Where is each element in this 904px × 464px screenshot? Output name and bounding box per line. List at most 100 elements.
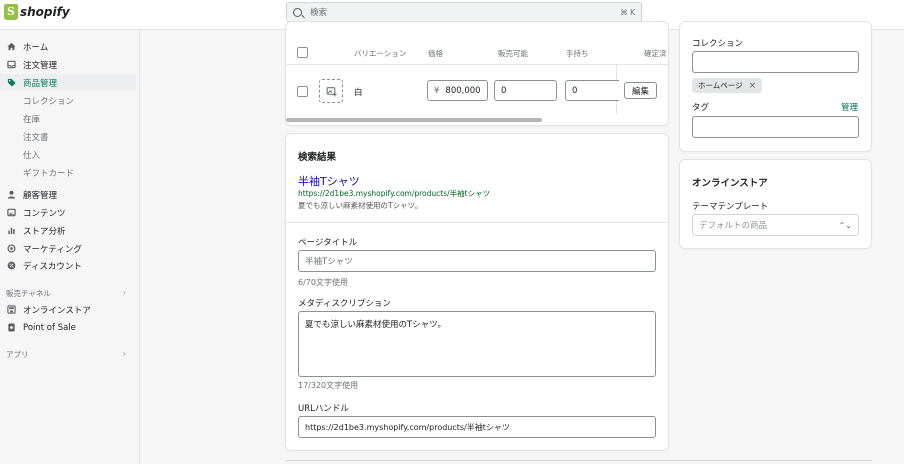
theme-template-label: テーマテンプレート xyxy=(692,202,769,212)
sidebar-item-analytics[interactable]: ストア分析 xyxy=(0,222,136,239)
row-checkbox[interactable] xyxy=(297,86,308,97)
sidebar-item-discounts[interactable]: ディスカウント xyxy=(0,257,136,274)
sidebar-item-label: ディスカウント xyxy=(23,261,82,272)
seo-card: 検索結果 半袖Tシャツ https://2d1be3.myshopify.com… xyxy=(286,134,668,450)
sidebar-sub-purchase-orders[interactable]: 注文書 xyxy=(23,131,49,143)
image-add-icon xyxy=(326,86,337,96)
price-input[interactable]: ¥ 800,000 xyxy=(427,80,488,101)
url-handle-value: https://2d1be3.myshopify.com/products/半袖… xyxy=(305,422,510,432)
theme-template-select[interactable]: デフォルトの商品 ⌃⌄ xyxy=(692,214,859,236)
online-store-card: オンラインストア テーマテンプレート デフォルトの商品 ⌃⌄ xyxy=(680,160,871,248)
target-icon xyxy=(7,244,16,253)
tags-input[interactable] xyxy=(692,116,859,138)
sidebar-sub-collections[interactable]: コレクション xyxy=(23,95,74,107)
sidebar-item-label: マーケティング xyxy=(23,244,82,255)
page-title-label: ページタイトル xyxy=(298,238,358,248)
sidebar-item-label: ホーム xyxy=(23,42,49,53)
price-value: 800,000 xyxy=(445,85,481,96)
sidebar-item-content[interactable]: コンテンツ xyxy=(0,204,136,221)
sidebar-sub-inventory[interactable]: 在庫 xyxy=(23,113,40,125)
sidebar-item-point-of-sale[interactable]: Point of Sale xyxy=(0,319,136,336)
collection-input[interactable] xyxy=(692,51,859,73)
seo-preview-title: 半袖Tシャツ xyxy=(298,175,360,188)
column-header-variant: バリエーション xyxy=(354,49,407,58)
sidebar-item-label: Point of Sale xyxy=(23,322,76,333)
sidebar-item-label: 顧客管理 xyxy=(23,190,58,201)
store-icon xyxy=(7,305,16,314)
bar-chart-icon xyxy=(7,226,16,235)
url-handle-input[interactable]: https://2d1be3.myshopify.com/products/半袖… xyxy=(298,416,656,438)
sidebar-item-label: 商品管理 xyxy=(23,78,58,89)
sidebar-sub-transfers[interactable]: 仕入 xyxy=(23,149,40,161)
shopify-bag-icon xyxy=(4,4,18,20)
variant-image-placeholder[interactable] xyxy=(319,79,343,103)
seo-card-title: 検索結果 xyxy=(298,152,337,163)
tags-label: タグ xyxy=(692,103,710,113)
sidebar-item-marketing[interactable]: マーケティング xyxy=(0,240,136,257)
column-header-price: 価格 xyxy=(428,49,443,58)
page-title-value: 半袖Tシャツ xyxy=(305,257,353,267)
search-input[interactable]: 検索 ⌘ K xyxy=(286,2,642,22)
discount-icon xyxy=(7,261,16,270)
currency-symbol: ¥ xyxy=(434,85,440,96)
apps-label: アプリ xyxy=(6,350,29,359)
page-title-char-count: 6/70文字使用 xyxy=(298,278,348,287)
sidebar-item-online-store[interactable]: オンラインストア xyxy=(0,301,136,318)
home-icon xyxy=(7,42,16,51)
select-all-checkbox[interactable] xyxy=(297,47,308,58)
search-placeholder: 検索 xyxy=(310,8,328,18)
seo-divider xyxy=(286,222,668,223)
on-hand-value: 0 xyxy=(572,85,578,96)
sidebar-item-label: 注文管理 xyxy=(23,60,58,71)
url-handle-label: URLハンドル xyxy=(298,404,349,414)
available-value: 0 xyxy=(501,85,507,96)
sidebar-item-orders[interactable]: 注文管理 xyxy=(0,56,136,73)
organization-card: コレクション ホームページ × タグ 管理 xyxy=(680,22,871,151)
sidebar-item-label: オンラインストア xyxy=(23,305,91,316)
seo-preview-description: 夏でも涼しい麻素材使用のTシャツ。 xyxy=(298,201,423,210)
sidebar-sub-gift-cards[interactable]: ギフトカード xyxy=(23,167,74,179)
sales-channels-header[interactable]: 販売チャネル › xyxy=(6,288,126,299)
close-icon[interactable]: × xyxy=(749,81,757,91)
sales-channels-label: 販売チャネル xyxy=(6,289,51,298)
header-divider xyxy=(286,64,668,65)
search-shortcut: ⌘ K xyxy=(620,7,635,17)
pos-icon xyxy=(7,323,16,332)
available-input[interactable]: 0 xyxy=(494,80,557,101)
sidebar-item-home[interactable]: ホーム xyxy=(0,38,136,55)
horizontal-scrollbar[interactable] xyxy=(286,118,542,122)
meta-description-textarea[interactable]: 夏でも涼しい麻素材使用のTシャツ。 xyxy=(298,311,656,377)
meta-description-char-count: 17/320文字使用 xyxy=(298,381,359,390)
seo-preview-url: https://2d1be3.myshopify.com/products/半袖… xyxy=(298,189,491,198)
column-header-committed: 確定済 xyxy=(644,49,667,58)
manage-tags-link[interactable]: 管理 xyxy=(841,101,858,113)
shopify-logo[interactable]: shopify xyxy=(4,4,70,20)
brand-name: shopify xyxy=(20,5,70,19)
theme-template-value: デフォルトの商品 xyxy=(699,221,768,231)
page-title-input[interactable]: 半袖Tシャツ xyxy=(298,250,656,272)
variant-name: 白 xyxy=(354,88,363,98)
page-bottom-divider xyxy=(286,460,872,461)
collection-tag-label: ホームページ xyxy=(698,81,743,90)
sidebar-item-customers[interactable]: 顧客管理 xyxy=(0,186,136,203)
collection-tag: ホームページ × xyxy=(692,78,763,93)
select-arrows-icon: ⌃⌄ xyxy=(838,220,852,230)
collection-label: コレクション xyxy=(692,39,744,49)
search-icon xyxy=(293,7,302,17)
chevron-right-icon: › xyxy=(122,288,126,297)
person-icon xyxy=(7,190,16,199)
on-hand-input[interactable]: 0 xyxy=(565,80,619,101)
apps-header[interactable]: アプリ › xyxy=(6,349,126,360)
sidebar-item-label: コンテンツ xyxy=(23,208,66,219)
meta-description-value: 夏でも涼しい麻素材使用のTシャツ。 xyxy=(305,320,446,330)
inbox-icon xyxy=(7,60,16,69)
variants-card: バリエーション 価格 販売可能 手持ち 確定済 白 ¥ 800,000 0 0 … xyxy=(286,22,668,125)
sidebar: ホーム 注文管理 商品管理 コレクション 在庫 注文書 仕入 ギフトカード 顧客… xyxy=(0,30,140,464)
column-header-available: 販売可能 xyxy=(498,49,528,58)
image-icon xyxy=(7,208,16,217)
tag-icon xyxy=(7,78,16,87)
sidebar-item-label: ストア分析 xyxy=(23,226,66,237)
meta-description-label: メタディスクリプション xyxy=(298,299,391,309)
sidebar-item-products[interactable]: 商品管理 xyxy=(0,74,136,91)
edit-button[interactable]: 編集 xyxy=(624,82,657,99)
